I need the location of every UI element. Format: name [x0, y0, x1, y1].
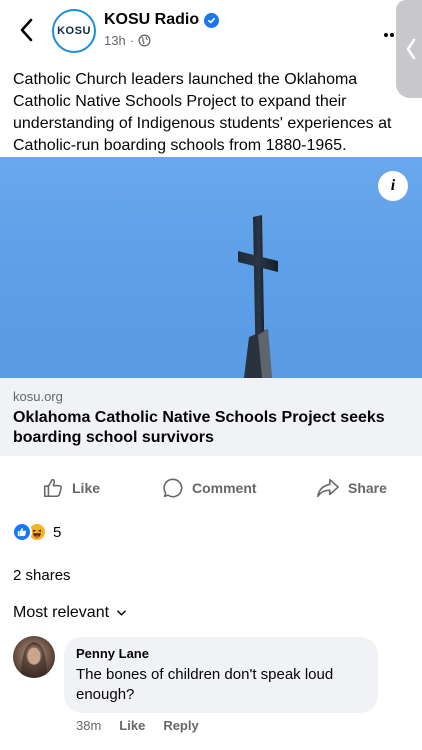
chevron-left-icon: [406, 38, 416, 60]
comment-time: 38m: [76, 718, 102, 733]
thumbs-up-icon: [43, 478, 62, 498]
cross-steeple-image: [238, 215, 278, 378]
like-reaction-icon: [12, 522, 32, 542]
comment-reply-button[interactable]: Reply: [163, 718, 198, 733]
meta-separator: ·: [129, 33, 135, 48]
share-label: Share: [348, 480, 387, 496]
avatar-logo-text: KOSU: [57, 25, 91, 37]
back-button[interactable]: [14, 16, 38, 44]
share-arrow-icon: [317, 478, 339, 498]
reaction-count: 5: [53, 523, 62, 541]
chevron-left-icon: [20, 18, 33, 42]
chevron-down-icon: [117, 610, 126, 616]
info-icon: i: [390, 177, 396, 194]
commenter-name[interactable]: Penny Lane: [76, 646, 149, 661]
post-meta: 13h ·: [104, 33, 151, 48]
page-avatar[interactable]: KOSU: [52, 9, 96, 53]
avatar-photo: [21, 642, 47, 678]
globe-icon: [138, 34, 151, 47]
verified-badge-icon: [204, 12, 220, 28]
comment-like-button[interactable]: Like: [119, 718, 145, 733]
commenter-avatar[interactable]: [13, 636, 55, 678]
share-button[interactable]: Share: [316, 470, 387, 506]
post-header: KOSU KOSU Radio 13h ·: [0, 0, 422, 98]
comment-sort-dropdown[interactable]: Most relevant: [13, 604, 126, 622]
side-panel-handle[interactable]: [396, 0, 422, 98]
link-domain: kosu.org: [13, 389, 63, 404]
page-name[interactable]: KOSU Radio: [104, 11, 220, 29]
link-title: Oklahoma Catholic Native Schools Project…: [13, 409, 385, 446]
page-name-label: KOSU Radio: [104, 11, 200, 28]
comment-label: Comment: [192, 480, 257, 496]
sort-label: Most relevant: [13, 604, 110, 621]
reactions-summary[interactable]: 5: [12, 522, 61, 542]
like-button[interactable]: Like: [42, 470, 100, 506]
like-label: Like: [72, 480, 101, 496]
link-preview-meta[interactable]: kosu.org Oklahoma Catholic Native School…: [0, 378, 422, 456]
comment-button[interactable]: Comment: [162, 470, 257, 506]
post-time[interactable]: 13h: [104, 33, 126, 48]
shares-count[interactable]: 2 shares: [13, 567, 71, 584]
comment-bubble[interactable]: Penny Lane The bones of children don't s…: [64, 637, 378, 713]
link-preview-image[interactable]: i: [0, 157, 422, 378]
comment-footer: 38m Like Reply: [76, 718, 199, 733]
info-button[interactable]: i: [378, 171, 408, 201]
comment-icon: [163, 478, 183, 498]
comment-text: The bones of children don't speak loud e…: [76, 666, 334, 703]
post-text: Catholic Church leaders launched the Okl…: [13, 71, 392, 154]
post-action-bar: Like Comment Share: [0, 470, 422, 506]
